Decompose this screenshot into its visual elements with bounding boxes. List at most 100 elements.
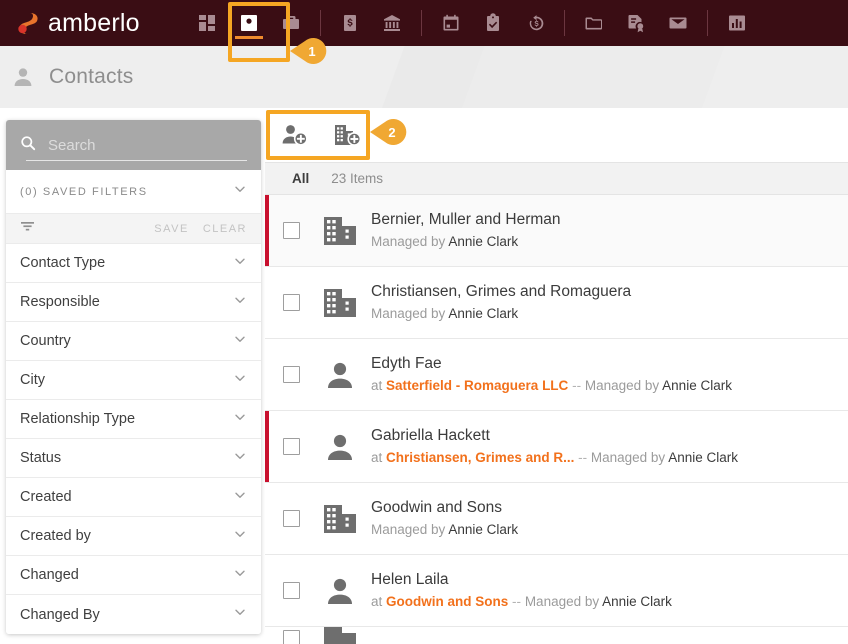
table-row[interactable]: Gabriella Hackett at Christiansen, Grime… (265, 411, 848, 483)
nav-separator-1 (319, 10, 321, 36)
contacts-list: Bernier, Muller and Herman Managed by An… (265, 195, 848, 644)
nav-item-certificates[interactable] (615, 0, 657, 46)
filter-changed[interactable]: Changed (6, 556, 261, 595)
company-plus-icon (335, 125, 361, 146)
person-icon (317, 574, 363, 608)
person-icon (317, 430, 363, 464)
filter-label: Changed By (20, 606, 100, 623)
item-count: 23 Items (331, 171, 384, 186)
search-underline (26, 160, 247, 161)
filter-contact-type[interactable]: Contact Type (6, 244, 261, 283)
bank-icon (383, 15, 400, 31)
row-checkbox[interactable] (282, 510, 300, 527)
row-checkbox[interactable] (282, 294, 300, 311)
filter-label: Relationship Type (20, 411, 136, 427)
add-person-button[interactable] (275, 117, 315, 153)
clear-filter-button[interactable]: CLEAR (203, 223, 247, 235)
search-input[interactable] (48, 136, 228, 154)
contacts-panel: All 23 Items Bernier, Muller and Herman … (265, 108, 848, 644)
chevron-down-icon (233, 371, 247, 390)
company-icon (317, 502, 363, 536)
add-company-button[interactable] (327, 117, 367, 153)
nav-icon-group (186, 0, 758, 46)
row-checkbox[interactable] (282, 438, 300, 455)
filter-relationship-type[interactable]: Relationship Type (6, 400, 261, 439)
table-row[interactable]: Christiansen, Grimes and Romaguera Manag… (265, 267, 848, 339)
contact-name: Helen Laila (371, 571, 449, 588)
filter-label: Status (20, 450, 62, 466)
dollar-tag-icon (343, 15, 356, 31)
search-bar[interactable] (6, 120, 261, 170)
filter-created-by[interactable]: Created by (6, 517, 261, 556)
company-icon (317, 286, 363, 320)
calendar-icon (443, 14, 459, 31)
company-link[interactable]: Christiansen, Grimes and R... (386, 450, 574, 465)
chevron-down-icon (233, 527, 247, 546)
saved-filters-row[interactable]: (0) SAVED FILTERS (6, 170, 261, 214)
nav-item-mail[interactable] (657, 0, 699, 46)
page-title: Contacts (49, 65, 134, 88)
contact-meta: Managed by Annie Clark (371, 234, 519, 249)
table-row[interactable]: Helen Laila at Goodwin and Sons -- Manag… (265, 555, 848, 627)
contact-name: Gabriella Hackett (371, 427, 490, 444)
list-header: All 23 Items (265, 163, 848, 195)
table-row[interactable]: Edyth Fae at Satterfield - Romaguera LLC… (265, 339, 848, 411)
grid-icon (198, 15, 215, 31)
contact-name: Goodwin and Sons (371, 499, 502, 516)
filter-created[interactable]: Created (6, 478, 261, 517)
app-root: amberlo Contacts Search (0) SAVED FILTER… (0, 0, 848, 644)
filter-list: Contact Type Responsible Country City Re… (6, 244, 261, 634)
contact-meta: Managed by Annie Clark (371, 522, 519, 537)
nav-item-invoices[interactable] (329, 0, 371, 46)
filter-sidebar: (0) SAVED FILTERS SAVE CLEAR (6, 120, 261, 634)
row-checkbox[interactable] (282, 222, 300, 239)
amberlo-logo[interactable]: amberlo (14, 9, 140, 37)
row-checkbox[interactable] (282, 582, 300, 599)
nav-item-reports[interactable] (716, 0, 758, 46)
filter-status[interactable]: Status (6, 439, 261, 478)
contact-card-icon (240, 15, 257, 31)
table-row-partial[interactable] (265, 627, 848, 644)
bar-chart-icon (728, 15, 745, 31)
nav-item-bank[interactable] (371, 0, 413, 46)
filter-label: Changed (20, 567, 79, 583)
filter-funnel-icon[interactable] (20, 220, 35, 238)
tab-all[interactable]: All (292, 171, 309, 186)
row-checkbox[interactable] (282, 366, 300, 383)
top-navigation-bar: amberlo (0, 0, 848, 46)
nav-item-calendar[interactable] (430, 0, 472, 46)
person-icon (8, 62, 38, 92)
row-checkbox[interactable] (282, 629, 300, 644)
save-filter-button[interactable]: SAVE (154, 223, 189, 235)
clipboard-check-icon (486, 13, 499, 32)
chevron-down-icon (233, 254, 247, 273)
table-row[interactable]: Goodwin and Sons Managed by Annie Clark (265, 483, 848, 555)
filter-city[interactable]: City (6, 361, 261, 400)
folder-icon (585, 17, 602, 30)
nav-item-time-billing[interactable] (514, 0, 556, 46)
filter-label: Country (20, 333, 71, 349)
contact-meta: at Satterfield - Romaguera LLC -- Manage… (371, 378, 732, 393)
chevron-down-icon (233, 410, 247, 429)
filter-country[interactable]: Country (6, 322, 261, 361)
contact-name: Edyth Fae (371, 355, 442, 372)
contact-meta: Managed by Annie Clark (371, 306, 519, 321)
nav-item-contacts[interactable] (228, 0, 270, 46)
nav-item-tasks[interactable] (472, 0, 514, 46)
company-icon (317, 214, 363, 248)
briefcase-icon (282, 16, 299, 29)
filter-responsible[interactable]: Responsible (6, 283, 261, 322)
table-row[interactable]: Bernier, Muller and Herman Managed by An… (265, 195, 848, 267)
company-link[interactable]: Goodwin and Sons (386, 594, 508, 609)
filter-label: Contact Type (20, 255, 106, 271)
callout-badge-1: 1 (288, 36, 332, 66)
company-link[interactable]: Satterfield - Romaguera LLC (386, 378, 568, 393)
nav-separator-2 (420, 10, 422, 36)
filter-label: Created (20, 489, 72, 505)
nav-item-dashboard[interactable] (186, 0, 228, 46)
page-title-band: Contacts (0, 46, 848, 108)
contacts-toolbar (265, 108, 848, 163)
row-accent-bar (265, 195, 269, 266)
filter-changed-by[interactable]: Changed By (6, 595, 261, 634)
nav-item-documents[interactable] (573, 0, 615, 46)
